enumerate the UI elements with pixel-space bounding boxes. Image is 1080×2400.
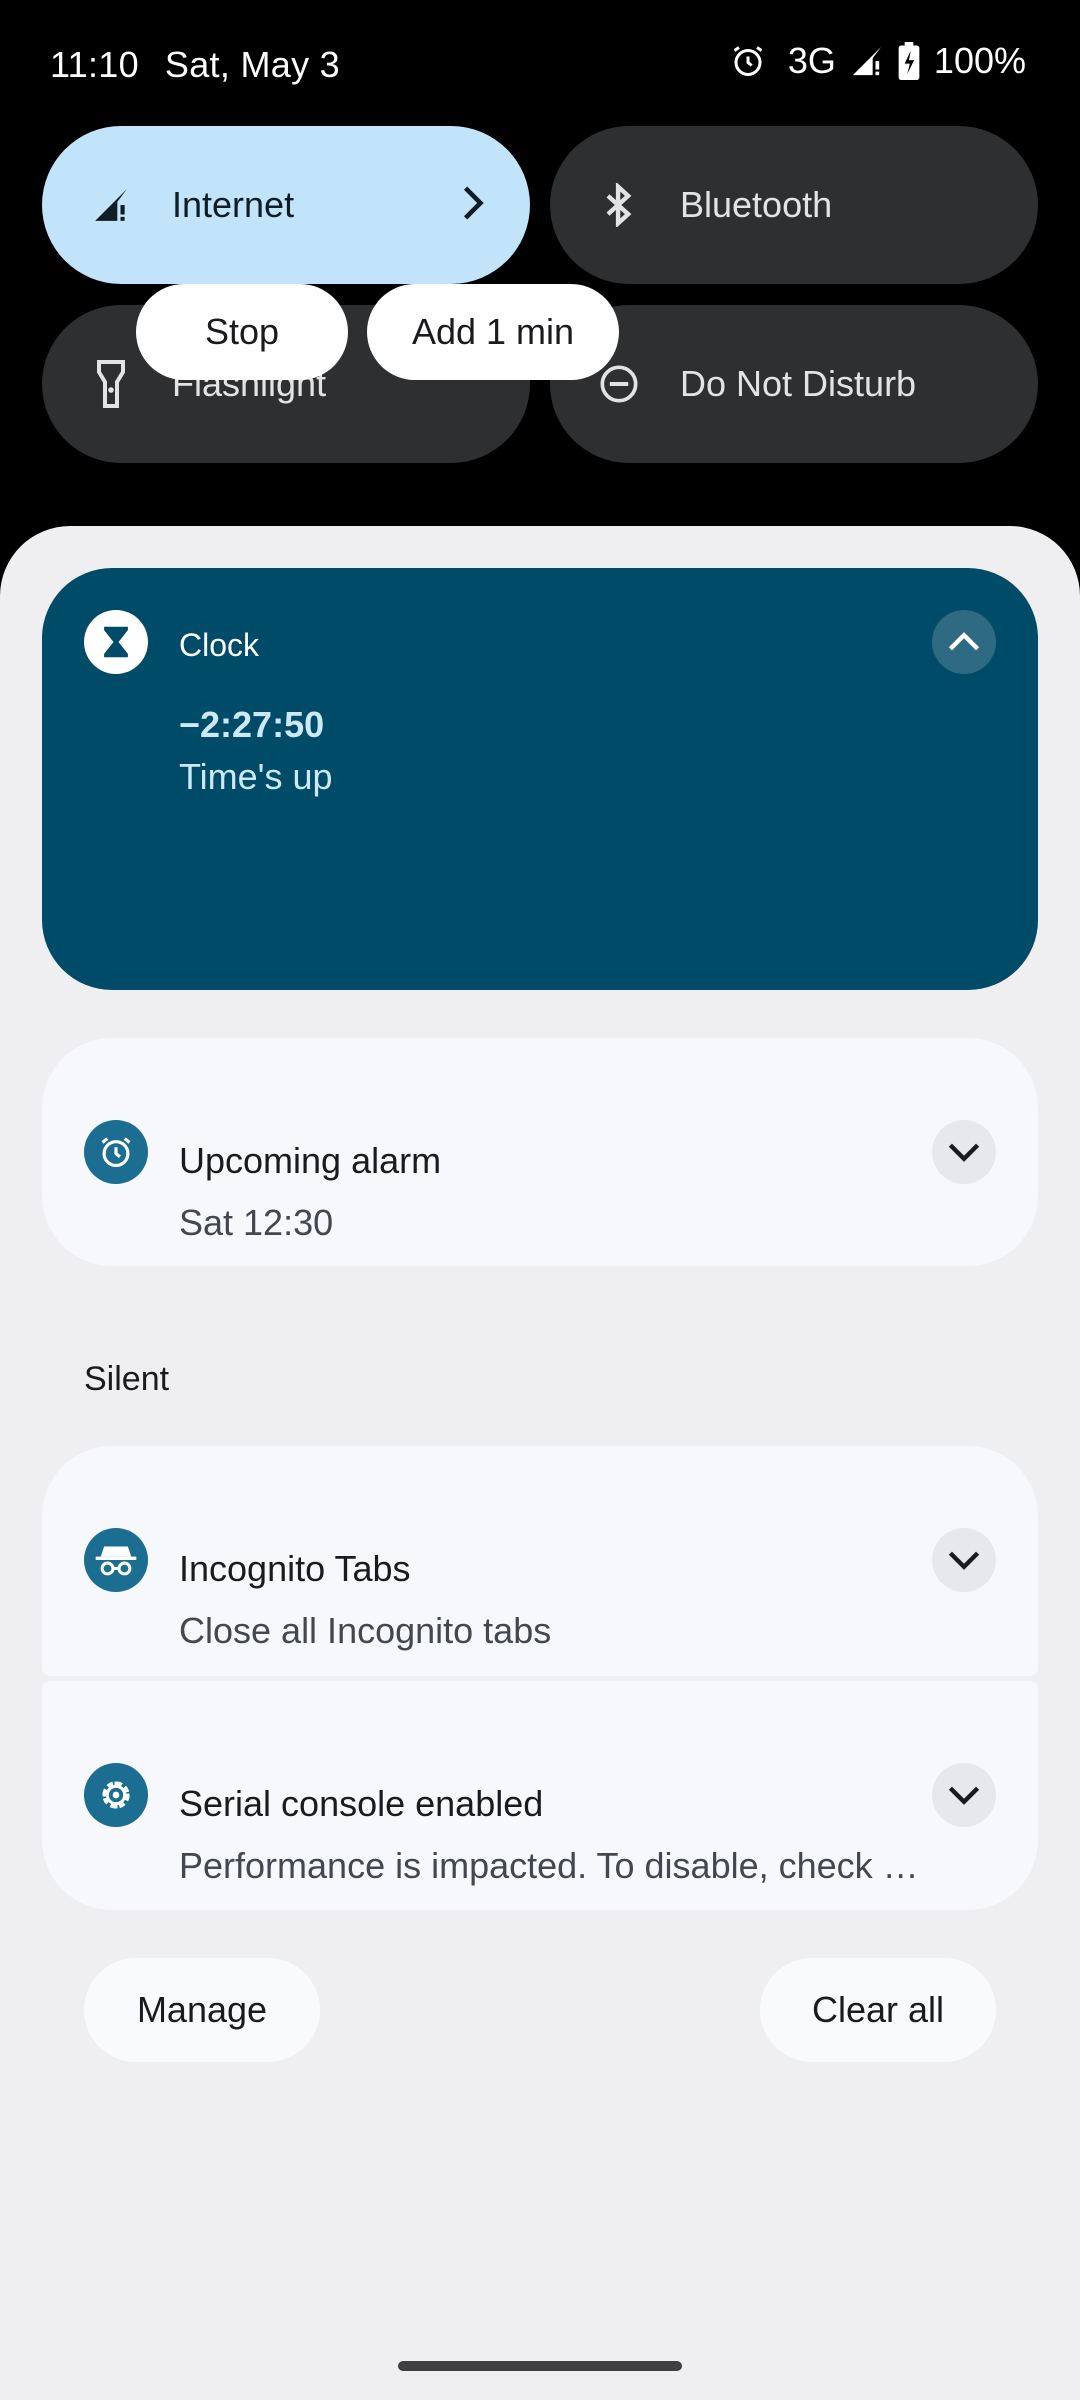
serial-console-notification[interactable]: Serial console enabled Performance is im…: [42, 1681, 1038, 1910]
alarm-icon: [730, 43, 766, 79]
signal-icon: [850, 44, 884, 78]
expand-button[interactable]: [932, 1120, 996, 1184]
status-date: Sat, May 3: [164, 44, 340, 85]
status-left: 11:10 Sat, May 3: [50, 44, 340, 86]
incognito-tabs-notification[interactable]: Incognito Tabs Close all Incognito tabs: [42, 1446, 1038, 1676]
alarm-time: Sat 12:30: [179, 1202, 334, 1243]
manage-button[interactable]: Manage: [84, 1958, 320, 2062]
network-type: 3G: [787, 40, 836, 81]
incognito-text: Close all Incognito tabs: [179, 1610, 552, 1651]
signal-icon: [90, 184, 132, 226]
tile-do-not-disturb[interactable]: Do Not Disturb: [550, 305, 1038, 463]
status-time: 11:10: [50, 44, 139, 85]
expand-button[interactable]: [932, 1528, 996, 1592]
do-not-disturb-icon: [598, 363, 640, 405]
home-indicator[interactable]: [398, 2361, 682, 2371]
stop-button[interactable]: Stop: [136, 284, 348, 380]
timer-status: Time's up: [179, 756, 333, 797]
bluetooth-icon: [598, 183, 640, 227]
upcoming-alarm-notification[interactable]: Upcoming alarm Sat 12:30: [42, 1038, 1038, 1266]
incognito-icon: [84, 1528, 148, 1592]
clock-notification[interactable]: Clock −2:27:50 Time's up: [42, 568, 1038, 990]
flashlight-icon: [90, 360, 132, 408]
battery-percent: 100%: [933, 40, 1026, 81]
clear-all-button[interactable]: Clear all: [760, 1958, 996, 2062]
tile-bluetooth[interactable]: Bluetooth: [550, 126, 1038, 284]
collapse-button[interactable]: [932, 610, 996, 674]
battery-charging-icon: [898, 42, 920, 80]
tile-bluetooth-label: Bluetooth: [680, 184, 833, 225]
clock-app-name: Clock: [179, 627, 260, 663]
tile-internet[interactable]: Internet: [42, 126, 530, 284]
tile-internet-label: Internet: [172, 184, 295, 225]
serial-text: Performance is impacted. To disable, che…: [179, 1845, 929, 1886]
alarm-title: Upcoming alarm: [179, 1140, 442, 1181]
serial-title: Serial console enabled: [179, 1783, 544, 1824]
chevron-down-icon: [948, 1551, 980, 1570]
tile-dnd-label: Do Not Disturb: [680, 363, 917, 404]
alarm-clock-icon: [84, 1120, 148, 1184]
expand-button[interactable]: [932, 1763, 996, 1827]
timer-countdown: −2:27:50: [179, 704, 325, 745]
add-1-min-button[interactable]: Add 1 min: [367, 284, 619, 380]
settings-gear-icon: [84, 1763, 148, 1827]
status-right: 3G 100%: [730, 40, 1026, 82]
status-bar: 11:10 Sat, May 3 3G 100%: [0, 0, 1080, 128]
hourglass-icon: [84, 610, 148, 674]
chevron-up-icon: [948, 632, 980, 651]
silent-section-label: Silent: [84, 1360, 170, 1398]
chevron-down-icon: [948, 1143, 980, 1162]
incognito-title: Incognito Tabs: [179, 1548, 411, 1589]
chevron-down-icon: [948, 1786, 980, 1805]
chevron-right-icon: [460, 184, 486, 231]
